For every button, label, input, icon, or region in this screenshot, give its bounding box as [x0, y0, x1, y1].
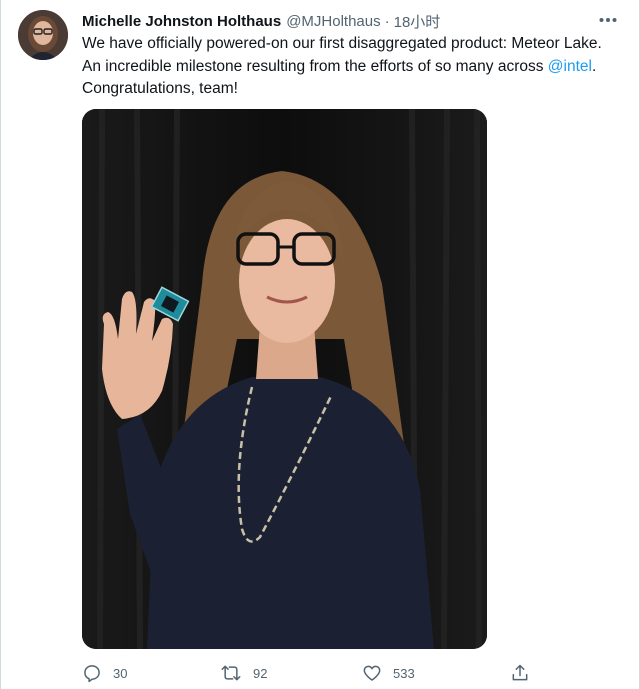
avatar[interactable] — [18, 10, 68, 60]
like-button[interactable]: 533 — [362, 660, 415, 686]
avatar-image — [18, 10, 68, 60]
like-count: 533 — [393, 665, 415, 681]
timestamp[interactable]: 18小时 — [394, 11, 441, 32]
more-options-button[interactable] — [596, 10, 620, 30]
retweet-icon — [221, 665, 241, 681]
more-horizontal-icon — [599, 18, 617, 22]
reply-icon — [84, 665, 100, 683]
reply-count: 30 — [113, 665, 128, 681]
share-button[interactable] — [510, 660, 530, 686]
author-name[interactable]: Michelle Johnston Holthaus — [82, 13, 281, 30]
left-border — [0, 0, 1, 689]
tweet-text-part-1: We have officially powered-on our first … — [82, 35, 602, 75]
retweet-button[interactable]: 92 — [220, 660, 267, 686]
separator-dot: · — [384, 12, 390, 30]
mention-link[interactable]: @intel — [548, 58, 592, 75]
tweet-text: We have officially powered-on our first … — [82, 33, 622, 101]
tweet-photo[interactable] — [82, 109, 487, 649]
tweet-header: Michelle Johnston Holthaus @MJHolthaus ·… — [82, 10, 590, 32]
reply-button[interactable]: 30 — [82, 660, 127, 686]
share-icon — [512, 664, 528, 681]
heart-icon — [363, 665, 381, 681]
author-handle[interactable]: @MJHolthaus — [286, 13, 380, 30]
action-bar: 30 92 533 — [82, 660, 532, 686]
retweet-count: 92 — [253, 665, 268, 681]
photo-image — [82, 109, 487, 649]
